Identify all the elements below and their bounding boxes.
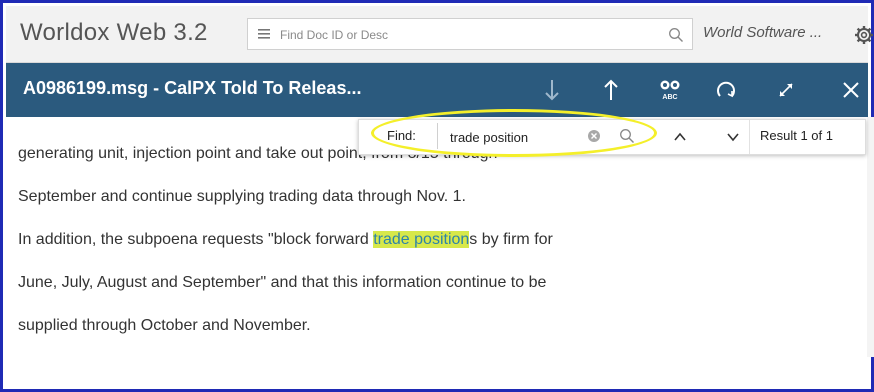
- upload-button[interactable]: [598, 77, 624, 103]
- doc-line-with-match: In addition, the subpoena requests "bloc…: [18, 231, 553, 249]
- download-icon: [545, 80, 559, 101]
- svg-text:ABC: ABC: [662, 94, 677, 101]
- list-icon: [258, 29, 270, 39]
- download-button[interactable]: [539, 77, 565, 103]
- org-name[interactable]: World Software ...: [703, 24, 822, 41]
- scrollbar[interactable]: [867, 117, 874, 357]
- doc-search-box[interactable]: [247, 18, 693, 50]
- close-button[interactable]: [838, 77, 864, 103]
- expand-icon: [779, 83, 793, 97]
- result-count: Result 1 of 1: [760, 128, 833, 143]
- upload-icon: [604, 79, 618, 100]
- expand-button[interactable]: [773, 77, 799, 103]
- search-icon[interactable]: [668, 27, 684, 43]
- search-match-highlight: trade position: [373, 231, 470, 248]
- doc-line: supplied through October and November.: [18, 317, 311, 334]
- gear-icon[interactable]: [854, 25, 874, 45]
- app-title: Worldox Web 3.2: [20, 19, 208, 46]
- top-app-bar: Worldox Web 3.2 World Software ...: [6, 6, 873, 63]
- doc-line: June, July, August and September" and th…: [18, 274, 547, 291]
- refresh-icon: [717, 81, 735, 98]
- document-header-bar: A0986199.msg - CalPX Told To Releas... A…: [6, 63, 868, 117]
- find-label: Find:: [387, 128, 416, 143]
- spellcheck-icon: ABC: [660, 80, 680, 101]
- doc-line: September and continue supplying trading…: [18, 188, 466, 205]
- find-popup: Find: Result 1 of 1: [358, 119, 866, 155]
- clear-icon[interactable]: [587, 129, 601, 143]
- find-field[interactable]: [437, 123, 644, 149]
- text-after-match: s by firm for: [469, 231, 553, 248]
- app-frame: Worldox Web 3.2 World Software ...: [0, 0, 874, 392]
- doc-search-input[interactable]: [278, 24, 662, 46]
- text-before-match: In addition, the subpoena requests "bloc…: [18, 231, 374, 248]
- document-title: A0986199.msg - CalPX Told To Releas...: [23, 78, 362, 98]
- refresh-button[interactable]: [713, 77, 739, 103]
- next-result-icon[interactable]: [724, 128, 742, 146]
- close-icon: [843, 82, 859, 98]
- previous-result-icon[interactable]: [671, 128, 689, 146]
- find-input[interactable]: [448, 127, 582, 147]
- search-icon[interactable]: [619, 128, 635, 144]
- divider: [749, 120, 750, 154]
- spellcheck-button[interactable]: ABC: [657, 77, 683, 103]
